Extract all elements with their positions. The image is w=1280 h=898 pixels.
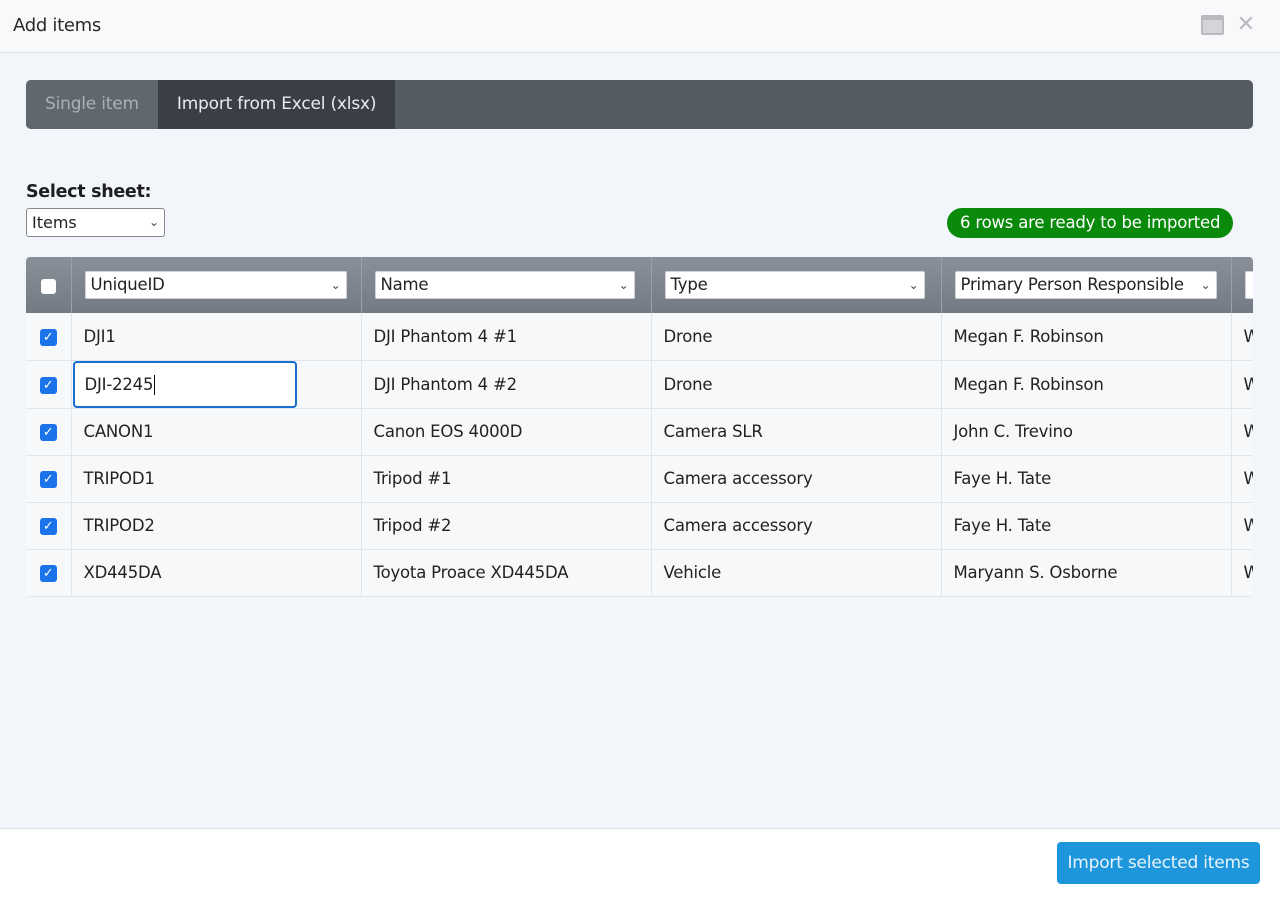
table-row: ✓ CANON1 Canon EOS 4000D Camera SLR John C. … — [26, 408, 1253, 456]
dialog-body: Single item Import from Excel (xlsx) Sel… — [0, 53, 1280, 828]
table-cell[interactable]: W — [1231, 502, 1253, 550]
table-cell[interactable]: Drone — [651, 360, 942, 409]
close-icon[interactable]: ✕ — [1236, 14, 1256, 36]
chevron-down-icon: ⌄ — [148, 215, 159, 229]
column-mapping-select[interactable] — [1244, 271, 1253, 299]
table-cell[interactable]: CANON1 — [71, 408, 362, 456]
table-cell[interactable]: W — [1231, 549, 1253, 597]
chevron-down-icon: ⌄ — [330, 278, 341, 292]
table-cell[interactable]: Canon EOS 4000D — [361, 408, 652, 456]
table-cell[interactable]: DJI-2245 — [71, 360, 362, 409]
table-cell[interactable]: Camera SLR — [651, 408, 942, 456]
table-cell[interactable]: Megan F. Robinson — [941, 360, 1232, 409]
table-cell[interactable]: XD445DA — [71, 549, 362, 597]
dialog-header: Add items ✕ — [0, 0, 1280, 53]
tab-import-from-excel[interactable]: Import from Excel (xlsx) — [157, 80, 396, 129]
table-cell[interactable]: TRIPOD1 — [71, 455, 362, 503]
row-checkbox[interactable]: ✓ — [39, 518, 57, 535]
table-cell[interactable]: Faye H. Tate — [941, 455, 1232, 503]
chevron-down-icon: ⌄ — [908, 278, 919, 292]
table-cell[interactable]: DJI Phantom 4 #1 — [361, 313, 652, 361]
column-mapping-select[interactable]: Name ⌄ — [374, 271, 635, 299]
text-caret — [154, 375, 156, 395]
import-table: UniqueID ⌄ Name ⌄ Type ⌄ Primary Person … — [26, 257, 1253, 597]
table-cell[interactable]: Maryann S. Osborne — [941, 549, 1232, 597]
table-cell[interactable]: Camera accessory — [651, 455, 942, 503]
sheet-select[interactable]: Items ⌄ — [26, 208, 165, 237]
chevron-down-icon: ⌄ — [1200, 278, 1211, 292]
chevron-down-icon: ⌄ — [618, 278, 629, 292]
column-header: Primary Person Responsible ⌄ — [941, 257, 1232, 313]
table-cell[interactable]: Tripod #1 — [361, 455, 652, 503]
row-select-cell: ✓ — [26, 408, 72, 456]
table-cell[interactable]: DJI1 — [71, 313, 362, 361]
column-header: Name ⌄ — [361, 257, 652, 313]
row-select-cell: ✓ — [26, 455, 72, 503]
tab-bar: Single item Import from Excel (xlsx) — [26, 80, 1253, 129]
window-minimize-icon[interactable] — [1201, 15, 1224, 35]
column-mapping-select[interactable]: UniqueID ⌄ — [84, 271, 347, 299]
table-cell[interactable]: TRIPOD2 — [71, 502, 362, 550]
column-mapping-value: Name — [380, 275, 429, 294]
table-cell[interactable]: Toyota Proace XD445DA — [361, 549, 652, 597]
table-cell[interactable]: Vehicle — [651, 549, 942, 597]
table-cell[interactable]: Camera accessory — [651, 502, 942, 550]
row-select-cell: ✓ — [26, 313, 72, 361]
status-badge: 6 rows are ready to be imported — [947, 208, 1234, 238]
row-checkbox[interactable]: ✓ — [39, 376, 57, 394]
row-checkbox[interactable]: ✓ — [39, 328, 57, 346]
select-all-checkbox[interactable] — [40, 278, 56, 294]
table-row: ✓ XD445DA Toyota Proace XD445DA Vehicle Mary… — [26, 549, 1253, 597]
table-cell[interactable]: W — [1231, 408, 1253, 456]
row-checkbox[interactable]: ✓ — [39, 565, 57, 582]
table-cell[interactable]: W — [1231, 360, 1253, 409]
column-mapping-select[interactable]: Type ⌄ — [664, 271, 925, 299]
cell-edit-input[interactable]: DJI-2245 — [72, 360, 297, 408]
table-cell[interactable]: W — [1231, 455, 1253, 503]
table-row: ✓ TRIPOD1 Tripod #1 Camera accessory Faye H.… — [26, 455, 1253, 503]
import-selected-items-button[interactable]: Import selected items — [1057, 842, 1260, 884]
table-row: ✓ DJI-2245 DJI Phantom 4 #2 Drone Megan F. R… — [26, 360, 1253, 409]
row-select-cell: ✓ — [26, 360, 72, 409]
row-checkbox[interactable]: ✓ — [39, 471, 57, 488]
table-cell[interactable]: Drone — [651, 313, 942, 361]
table-header-row: UniqueID ⌄ Name ⌄ Type ⌄ Primary Person … — [26, 257, 1253, 313]
dialog-title: Add items — [13, 15, 101, 36]
column-mapping-select[interactable]: Primary Person Responsible ⌄ — [954, 271, 1217, 299]
row-checkbox[interactable]: ✓ — [39, 424, 57, 441]
table-cell[interactable]: John C. Trevino — [941, 408, 1232, 456]
column-header — [1231, 257, 1253, 313]
table-cell[interactable]: DJI Phantom 4 #2 — [361, 360, 652, 409]
column-header: Type ⌄ — [651, 257, 942, 313]
select-sheet-label: Select sheet: — [26, 182, 152, 202]
table-row: ✓ DJI1 DJI Phantom 4 #1 Drone Megan F. Robin… — [26, 313, 1253, 361]
table-cell[interactable]: W — [1231, 313, 1253, 361]
cell-edit-value: DJI-2245 — [84, 374, 154, 394]
tab-single-item[interactable]: Single item — [26, 80, 158, 129]
column-mapping-value: UniqueID — [90, 275, 165, 294]
table-cell[interactable]: Tripod #2 — [361, 502, 652, 550]
table-cell[interactable]: Faye H. Tate — [941, 502, 1232, 550]
column-mapping-value: Type — [670, 275, 708, 294]
column-mapping-value: Primary Person Responsible — [960, 275, 1185, 294]
row-select-cell: ✓ — [26, 549, 72, 597]
select-all-cell — [26, 257, 72, 313]
column-header: UniqueID ⌄ — [71, 257, 362, 313]
table-row: ✓ TRIPOD2 Tripod #2 Camera accessory Faye H.… — [26, 502, 1253, 550]
dialog-footer: Import selected items — [0, 828, 1280, 898]
sheet-select-value: Items — [32, 213, 77, 232]
table-cell[interactable]: Megan F. Robinson — [941, 313, 1232, 361]
row-select-cell: ✓ — [26, 502, 72, 550]
